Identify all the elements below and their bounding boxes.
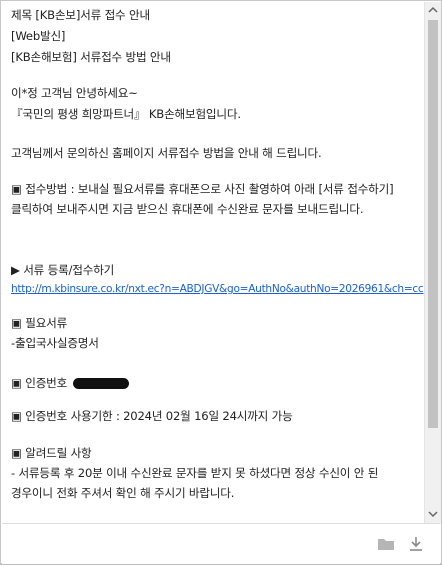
message-header: [KB손해보험] 서류접수 방법 안내	[11, 50, 171, 64]
required-docs-heading: ▣ 필요서류	[11, 316, 68, 330]
message-window: 제목 [KB손보]서류 접수 안내 [Web발신] [KB손해보험] 서류접수 …	[0, 0, 442, 565]
message-action-bar	[2, 523, 440, 564]
download-icon[interactable]	[407, 536, 425, 552]
notice-body-text: - 서류등록 후 20분 이내 수신완료 문자를 받지 못 하셨다면 정상 수신…	[11, 466, 379, 500]
intro-text: 고객님께서 문의하신 홈페이지 서류접수 방법을 안내 해 드립니다.	[11, 146, 322, 160]
auth-number-label: ▣ 인증번호	[11, 376, 68, 390]
chevron-down-icon[interactable]	[425, 506, 441, 522]
notice-heading: ▣ 알려드릴 사항	[11, 446, 92, 460]
required-doc-item: -출입국사실증명서	[11, 336, 99, 350]
slogan-text: 『국민의 평생 희망파트너』 KB손해보험입니다.	[11, 107, 241, 121]
chevron-up-icon[interactable]	[425, 2, 441, 18]
register-link[interactable]: http://m.kbinsure.co.kr/nxt.ec?n=ABDJGV&…	[11, 281, 424, 297]
auth-number-redaction	[72, 378, 129, 389]
register-heading: ▶ 서류 등록/접수하기	[11, 263, 115, 277]
auth-deadline-text: ▣ 인증번호 사용기한 : 2024년 02월 16일 24시까지 가능	[11, 409, 293, 423]
auth-number-row: ▣ 인증번호	[11, 375, 129, 391]
message-subject: 제목 [KB손보]서류 접수 안내	[11, 8, 150, 22]
submission-method-text: ▣ 접수방법 : 보내실 필요서류를 휴대폰으로 사진 촬영하여 아래 [서류 …	[11, 182, 394, 216]
scrollbar-thumb[interactable]	[428, 20, 438, 428]
folder-icon[interactable]	[377, 536, 395, 552]
greeting-text: 이*정 고객님 안녕하세요~	[11, 86, 138, 100]
web-sender-tag: [Web발신]	[11, 29, 66, 43]
vertical-scrollbar[interactable]	[424, 2, 441, 524]
